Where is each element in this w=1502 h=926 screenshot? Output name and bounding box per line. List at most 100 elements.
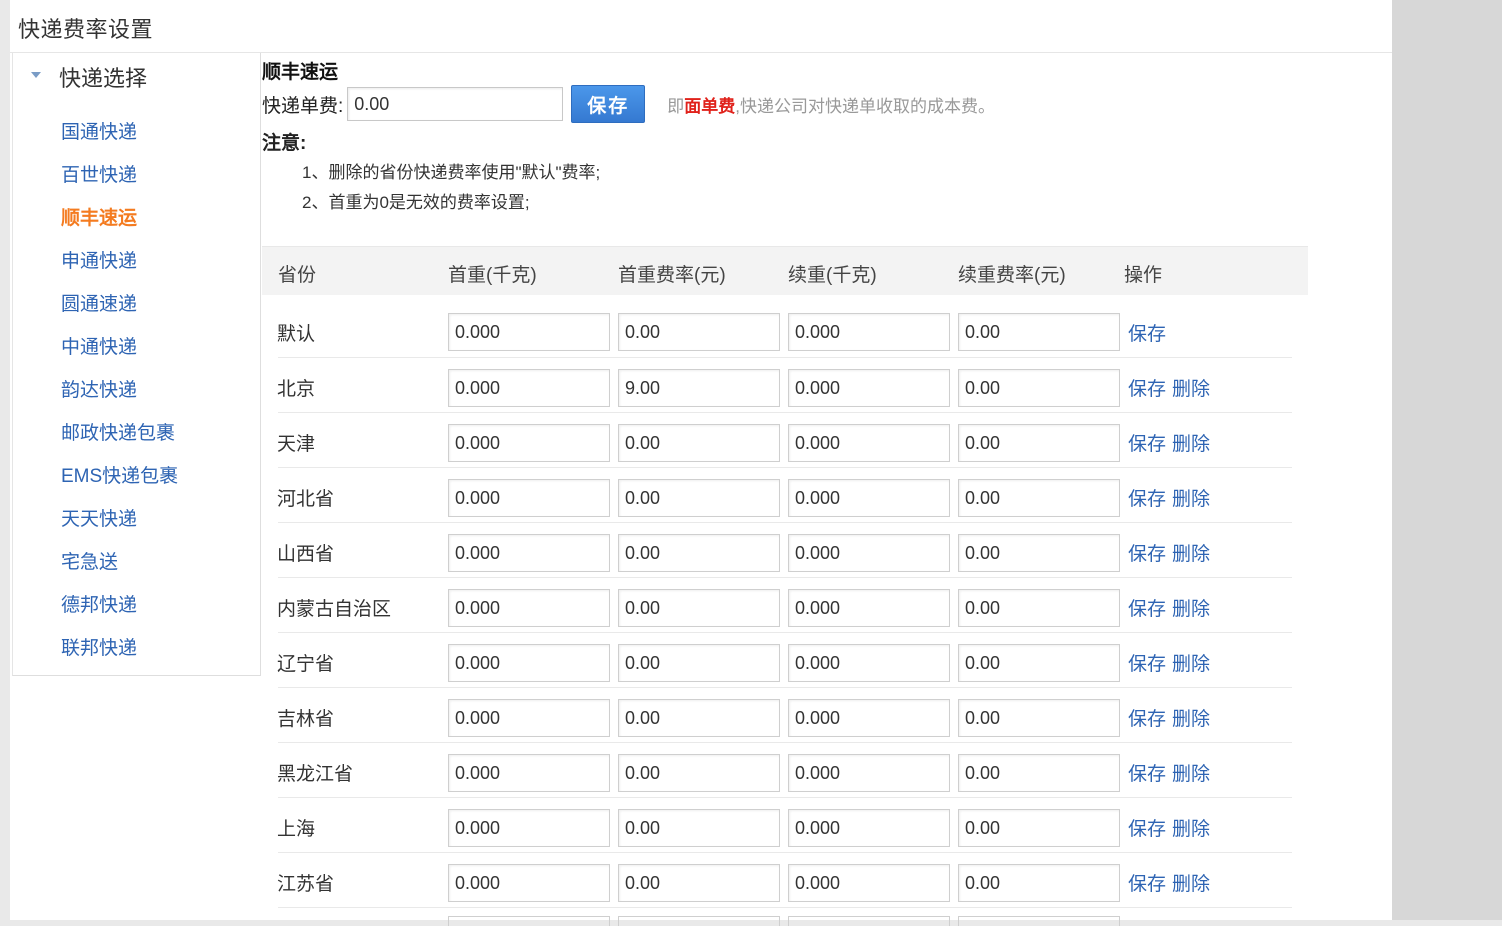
extra-rate-input[interactable] xyxy=(958,809,1120,847)
row-actions: 保存 删除 xyxy=(1128,759,1216,786)
first-weight-input[interactable] xyxy=(448,644,610,682)
row-actions: 保存 删除 xyxy=(1128,539,1216,566)
first-rate-input[interactable] xyxy=(618,864,780,902)
row-save-link[interactable]: 保存 xyxy=(1128,599,1166,620)
row-delete-link[interactable]: 删除 xyxy=(1172,654,1210,675)
sidebar-item[interactable]: 德邦快递 xyxy=(61,588,178,631)
collapse-triangle-icon[interactable] xyxy=(31,72,41,78)
extra-rate-input[interactable] xyxy=(958,644,1120,682)
sidebar-item[interactable]: 申通快递 xyxy=(61,244,178,287)
waybill-fee-row: 快递单费: 保存 即面单费,快递公司对快递单收取的成本费。 xyxy=(262,85,995,123)
row-actions: 保存 删除 xyxy=(1128,869,1216,896)
first-weight-input[interactable] xyxy=(448,534,610,572)
extra-rate-input[interactable] xyxy=(958,479,1120,517)
extra-weight-input[interactable] xyxy=(788,809,950,847)
sidebar: 快递选择 国通快递 百世快递 顺丰速运 申通快递 圆通速递 中通快递 韵达快递 邮政快递包裹 E… xyxy=(12,53,261,676)
extra-weight-input[interactable] xyxy=(788,313,950,351)
sidebar-item[interactable]: 顺丰速运 xyxy=(61,201,178,244)
extra-weight-input[interactable] xyxy=(788,424,950,462)
sidebar-item[interactable]: 百世快递 xyxy=(61,158,178,201)
extra-weight-input[interactable] xyxy=(788,534,950,572)
first-weight-input[interactable] xyxy=(448,369,610,407)
table-row: 内蒙古自治区 保存删除 xyxy=(277,578,1292,633)
row-delete-link[interactable]: 删除 xyxy=(1172,599,1210,620)
extra-rate-input[interactable] xyxy=(958,424,1120,462)
first-weight-input[interactable] xyxy=(448,754,610,792)
row-actions: 保存 删除 xyxy=(1128,484,1216,511)
extra-rate-input[interactable] xyxy=(958,534,1120,572)
first-weight-input[interactable] xyxy=(448,313,610,351)
first-weight-input[interactable] xyxy=(448,424,610,462)
sidebar-item[interactable]: 联邦快递 xyxy=(61,631,178,674)
first-rate-input[interactable] xyxy=(618,424,780,462)
waybill-fee-label: 快递单费: xyxy=(262,95,344,117)
province-cell: 天津 xyxy=(277,434,316,455)
row-actions: 保存 删除 xyxy=(1128,374,1216,401)
row-delete-link[interactable]: 删除 xyxy=(1172,764,1210,785)
first-rate-input[interactable] xyxy=(618,313,780,351)
extra-weight-input[interactable] xyxy=(788,644,950,682)
row-save-link[interactable]: 保存 xyxy=(1128,819,1166,840)
row-save-link[interactable]: 保存 xyxy=(1128,709,1166,730)
first-weight-input[interactable] xyxy=(448,479,610,517)
extra-rate-input[interactable] xyxy=(958,754,1120,792)
first-weight-input[interactable] xyxy=(448,809,610,847)
row-delete-link[interactable]: 删除 xyxy=(1172,819,1210,840)
table-header: 省份 首重(千克) 首重费率(元) 续重(千克) 续重费率(元) 操作 xyxy=(262,246,1308,295)
extra-rate-input[interactable] xyxy=(958,699,1120,737)
row-save-link[interactable]: 保存 xyxy=(1128,544,1166,565)
extra-rate-input[interactable] xyxy=(958,864,1120,902)
row-save-link[interactable]: 保存 xyxy=(1128,379,1166,400)
extra-weight-input[interactable] xyxy=(788,754,950,792)
sidebar-header[interactable]: 快递选择 xyxy=(31,61,147,93)
sidebar-item[interactable]: 邮政快递包裹 xyxy=(61,416,178,459)
first-weight-input[interactable] xyxy=(448,589,610,627)
first-rate-input[interactable] xyxy=(618,809,780,847)
sidebar-item[interactable]: 天天快递 xyxy=(61,502,178,545)
province-cell: 内蒙古自治区 xyxy=(277,599,392,620)
extra-rate-input[interactable] xyxy=(958,313,1120,351)
first-rate-input[interactable] xyxy=(618,644,780,682)
first-weight-input[interactable] xyxy=(448,699,610,737)
row-delete-link[interactable]: 删除 xyxy=(1172,874,1210,895)
notice-line-2: 2、首重为0是无效的费率设置; xyxy=(302,193,530,212)
extra-weight-input[interactable] xyxy=(788,369,950,407)
extra-rate-input[interactable] xyxy=(958,369,1120,407)
extra-rate-input[interactable] xyxy=(958,589,1120,627)
sidebar-item[interactable]: 宅急送 xyxy=(61,545,178,588)
sidebar-item[interactable]: 中通快递 xyxy=(61,330,178,373)
sidebar-item[interactable]: EMS快递包裹 xyxy=(61,459,178,502)
sidebar-item[interactable]: 圆通速递 xyxy=(61,287,178,330)
first-rate-input[interactable] xyxy=(618,369,780,407)
row-delete-link[interactable]: 删除 xyxy=(1172,434,1210,455)
row-save-link[interactable]: 保存 xyxy=(1128,434,1166,455)
first-rate-input[interactable] xyxy=(618,479,780,517)
row-delete-link[interactable]: 删除 xyxy=(1172,489,1210,510)
row-save-link[interactable]: 保存 xyxy=(1128,324,1166,345)
notice-title: 注意: xyxy=(262,133,307,154)
first-rate-input[interactable] xyxy=(618,699,780,737)
sidebar-item[interactable]: 韵达快递 xyxy=(61,373,178,416)
extra-weight-input[interactable] xyxy=(788,589,950,627)
row-save-link[interactable]: 保存 xyxy=(1128,874,1166,895)
row-save-link[interactable]: 保存 xyxy=(1128,764,1166,785)
first-rate-input[interactable] xyxy=(618,589,780,627)
row-save-link[interactable]: 保存 xyxy=(1128,654,1166,675)
table-row: 天津 保存删除 xyxy=(277,413,1292,468)
sidebar-item[interactable]: 国通快递 xyxy=(61,115,178,158)
row-delete-link[interactable]: 删除 xyxy=(1172,379,1210,400)
right-gutter xyxy=(1392,0,1502,920)
partial-input xyxy=(448,916,610,926)
row-delete-link[interactable]: 删除 xyxy=(1172,544,1210,565)
extra-weight-input[interactable] xyxy=(788,864,950,902)
table-row: 辽宁省 保存删除 xyxy=(277,633,1292,688)
first-rate-input[interactable] xyxy=(618,534,780,572)
extra-weight-input[interactable] xyxy=(788,699,950,737)
extra-weight-input[interactable] xyxy=(788,479,950,517)
row-save-link[interactable]: 保存 xyxy=(1128,489,1166,510)
waybill-fee-input[interactable] xyxy=(347,87,564,121)
first-weight-input[interactable] xyxy=(448,864,610,902)
save-fee-button[interactable]: 保存 xyxy=(571,85,646,123)
row-delete-link[interactable]: 删除 xyxy=(1172,709,1210,730)
first-rate-input[interactable] xyxy=(618,754,780,792)
